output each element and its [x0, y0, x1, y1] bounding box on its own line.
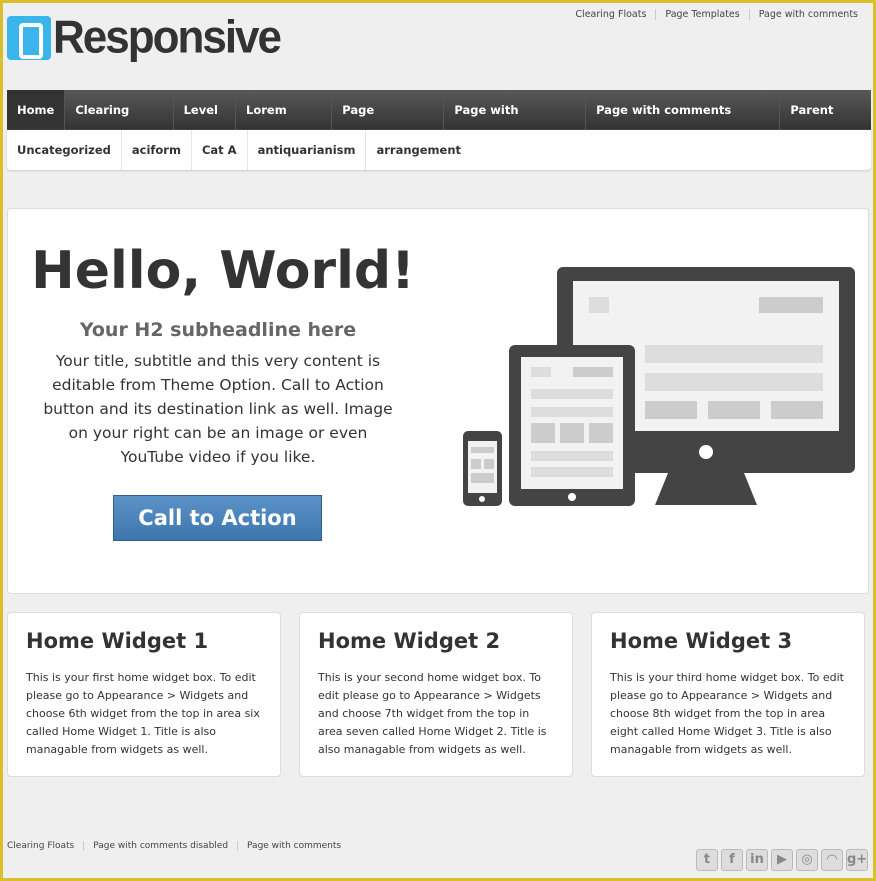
logo-text: Responsive — [53, 11, 282, 64]
nav-item[interactable]: Level 1 — [174, 90, 237, 157]
nav-item[interactable]: Lorem Ipsum — [236, 90, 333, 157]
home-widget-3: Home Widget 3 This is your third home wi… — [591, 612, 865, 777]
subnav-item[interactable]: Cat A — [192, 130, 248, 170]
sub-nav: Uncategorized aciform Cat A antiquariani… — [7, 130, 871, 170]
devices-illustration — [463, 267, 855, 506]
widget-title: Home Widget 2 — [318, 629, 501, 653]
hero-body: Your title, subtitle and this very conte… — [43, 352, 393, 466]
nav-item[interactable]: Clearing Floats — [65, 90, 174, 157]
main-nav: Home Clearing Floats Level 1 Lorem Ipsum… — [7, 90, 871, 157]
home-widget-2: Home Widget 2 This is your second home w… — [299, 612, 573, 777]
hero-subtitle: Your H2 subheadline here — [79, 319, 357, 341]
facebook-icon[interactable]: f — [721, 849, 743, 871]
phone-icon — [463, 431, 502, 506]
home-widget-1: Home Widget 1 This is your first home wi… — [7, 612, 281, 777]
widget-body: This is your first home widget box. To e… — [26, 671, 260, 756]
googleplus-icon[interactable]: g+ — [846, 849, 868, 871]
footer-link[interactable]: Clearing Floats — [7, 841, 83, 851]
top-link[interactable]: Page with comments — [748, 9, 867, 20]
nav-home[interactable]: Home — [7, 90, 66, 130]
tablet-icon — [509, 345, 635, 506]
hero-title: Hello, World! — [31, 241, 415, 301]
subnav-item[interactable]: arrangement — [366, 130, 471, 170]
widget-title: Home Widget 3 — [610, 629, 793, 653]
footer-menu: Clearing Floats Page with comments disab… — [7, 841, 350, 851]
page: Responsive Clearing Floats Page Template… — [3, 3, 873, 878]
widget-title: Home Widget 1 — [26, 629, 209, 653]
footer-link[interactable]: Page with comments disabled — [83, 841, 237, 851]
call-to-action-button[interactable]: Call to Action — [113, 495, 322, 541]
hero: Hello, World! Your H2 subheadline here Y… — [7, 208, 869, 594]
stumbleupon-icon[interactable]: ◎ — [796, 849, 818, 871]
site-logo[interactable]: Responsive — [7, 11, 282, 64]
nav-item[interactable]: Parent page — [780, 90, 871, 157]
widget-body: This is your second home widget box. To … — [318, 671, 547, 756]
phone-logo-icon — [7, 16, 51, 60]
nav-item[interactable]: Page with comments — [444, 90, 587, 157]
subnav-item[interactable]: antiquarianism — [248, 130, 367, 170]
top-link[interactable]: Page Templates — [655, 9, 748, 20]
rss-icon[interactable]: ◠ — [821, 849, 843, 871]
linkedin-icon[interactable]: in — [746, 849, 768, 871]
top-link[interactable]: Clearing Floats — [566, 9, 655, 20]
subnav-item[interactable]: Uncategorized — [7, 130, 122, 170]
top-menu: Clearing Floats Page Templates Page with… — [566, 9, 867, 20]
social-icons: t f in ▶ ◎ ◠ g+ — [696, 849, 868, 871]
nav-item[interactable]: Page with comments disabled — [586, 90, 781, 157]
widget-body: This is your third home widget box. To e… — [610, 671, 844, 756]
subnav-item[interactable]: aciform — [122, 130, 192, 170]
footer-link[interactable]: Page with comments — [237, 841, 350, 851]
nav-item[interactable]: Page Templates — [332, 90, 445, 157]
youtube-icon[interactable]: ▶ — [771, 849, 793, 871]
twitter-icon[interactable]: t — [696, 849, 718, 871]
